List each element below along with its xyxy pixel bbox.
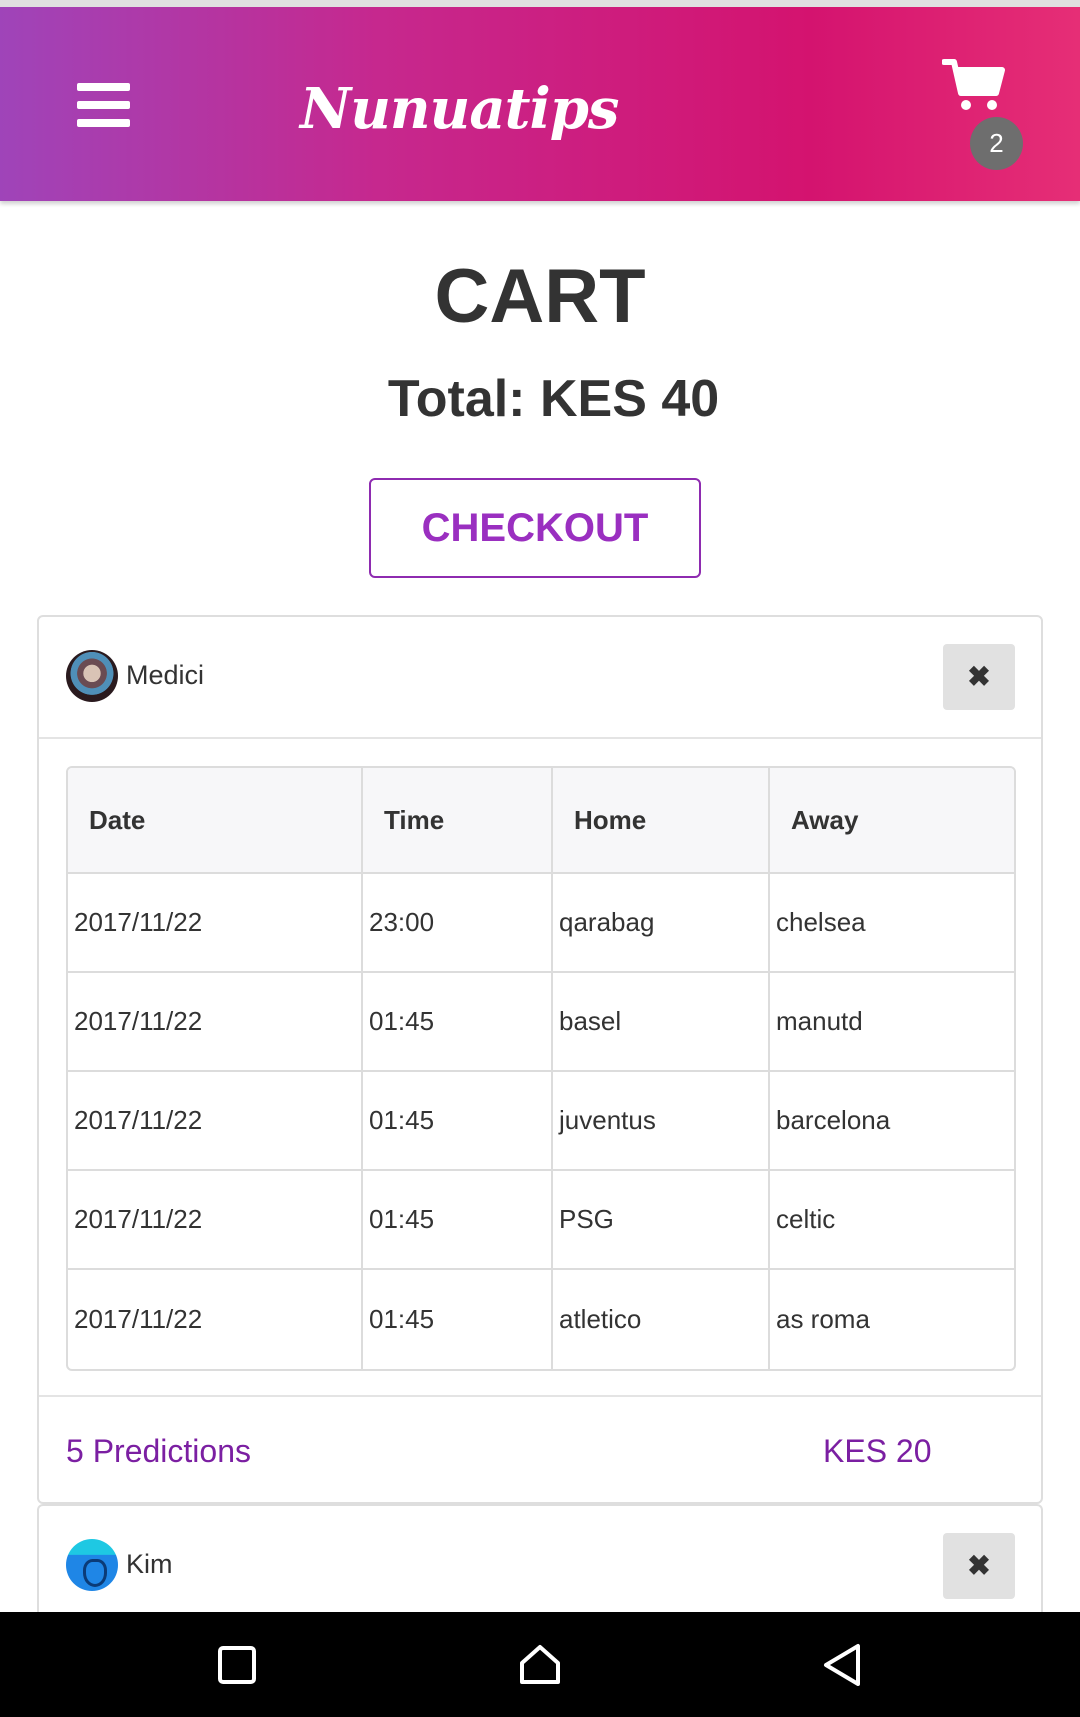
- seller-avatar: [66, 1539, 118, 1591]
- cell-date: 2017/11/22: [68, 973, 363, 1072]
- table-header-row: Date Time Home Away: [68, 768, 1014, 874]
- cell-home: PSG: [553, 1171, 770, 1270]
- page-title: CART: [434, 254, 646, 339]
- cell-away: chelsea: [770, 874, 1014, 973]
- cart-item-card: Medici ✖ Date Time Home Away 2017/11/22 …: [37, 615, 1043, 1504]
- total-label: Total:: [387, 370, 526, 428]
- cell-time: 23:00: [363, 874, 553, 973]
- cart-count-badge[interactable]: 2: [970, 117, 1023, 170]
- column-header-date: Date: [68, 768, 363, 874]
- column-header-home: Home: [553, 768, 770, 874]
- table-row: 2017/11/22 01:45 PSG celtic: [68, 1171, 1014, 1270]
- seller-name[interactable]: Kim: [126, 1544, 173, 1584]
- cell-date: 2017/11/22: [68, 1072, 363, 1171]
- cell-time: 01:45: [363, 1270, 553, 1369]
- brand-logo[interactable]: Nunuatips: [300, 69, 619, 149]
- cell-time: 01:45: [363, 1171, 553, 1270]
- home-icon[interactable]: [517, 1642, 563, 1688]
- seller-name[interactable]: Medici: [126, 655, 204, 695]
- cell-time: 01:45: [363, 1072, 553, 1171]
- table-row: 2017/11/22 01:45 juventus barcelona: [68, 1072, 1014, 1171]
- cell-home: basel: [553, 973, 770, 1072]
- cart-item-header: Medici ✖: [39, 617, 1041, 739]
- hamburger-icon[interactable]: [77, 83, 130, 127]
- checkout-button[interactable]: CHECKOUT: [369, 478, 701, 578]
- column-header-away: Away: [770, 768, 1014, 874]
- cell-date: 2017/11/22: [68, 1270, 363, 1369]
- predictions-table: Date Time Home Away 2017/11/22 23:00 qar…: [66, 766, 1016, 1371]
- cell-away: as roma: [776, 1304, 870, 1334]
- cart-item-footer: 5 Predictions KES 20: [39, 1395, 1041, 1504]
- top-app-bar: Nunuatips 2: [0, 0, 1080, 201]
- cell-home: qarabag: [553, 874, 770, 973]
- cell-away: barcelona: [770, 1072, 1014, 1171]
- cart-total: Total: KES 40: [0, 368, 1080, 430]
- cell-date: 2017/11/22: [68, 874, 363, 973]
- total-value: KES 40: [539, 370, 720, 428]
- cell-home: juventus: [553, 1072, 770, 1171]
- cart-item-card: Kim ✖: [37, 1504, 1043, 1624]
- cell-away: celtic: [770, 1171, 1014, 1270]
- system-navigation-bar: [0, 1612, 1080, 1717]
- item-price: KES 20: [823, 1433, 932, 1469]
- recent-apps-icon[interactable]: [214, 1642, 260, 1688]
- seller-avatar: [66, 650, 118, 702]
- remove-item-button[interactable]: ✖: [943, 644, 1015, 710]
- cell-date: 2017/11/22: [68, 1171, 363, 1270]
- close-icon: ✖: [967, 1550, 991, 1581]
- table-row: 2017/11/22 01:45 basel manutd: [68, 973, 1014, 1072]
- table-row: 2017/11/22 01:45 atletico as roma: [68, 1270, 1014, 1369]
- close-icon: ✖: [967, 661, 991, 692]
- shopping-cart-icon[interactable]: [942, 57, 1006, 113]
- cell-away: manutd: [770, 973, 1014, 1072]
- predictions-count: 5 Predictions: [66, 1433, 251, 1469]
- cell-time: 01:45: [363, 973, 553, 1072]
- remove-item-button[interactable]: ✖: [943, 1533, 1015, 1599]
- cart-item-header: Kim ✖: [39, 1506, 1041, 1628]
- cell-home: atletico: [553, 1270, 770, 1369]
- back-icon[interactable]: [820, 1642, 866, 1688]
- column-header-time: Time: [363, 768, 553, 874]
- table-row: 2017/11/22 23:00 qarabag chelsea: [68, 874, 1014, 973]
